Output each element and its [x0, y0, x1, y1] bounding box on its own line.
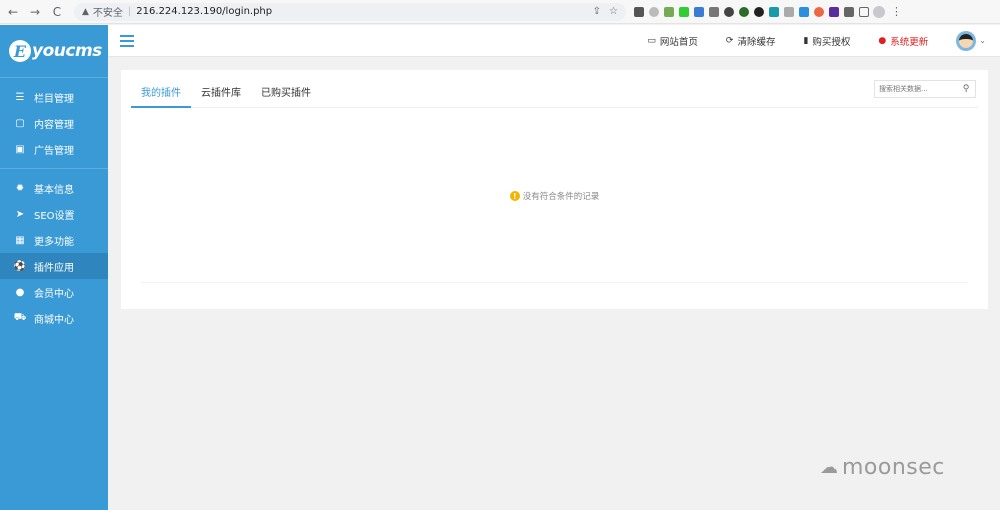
- buy-license-link[interactable]: ▮ 购买授权: [803, 34, 850, 48]
- extension-icon[interactable]: [829, 6, 839, 17]
- puzzle-icon[interactable]: [844, 6, 854, 17]
- info-icon: ●: [878, 35, 887, 46]
- extension-icon[interactable]: [739, 6, 749, 17]
- link-label: 购买授权: [812, 36, 851, 48]
- sidebar-item-label: 基本信息: [34, 184, 74, 196]
- sidebar-item-label: 会员中心: [34, 288, 74, 300]
- extension-icon[interactable]: [724, 6, 734, 17]
- extension-icon[interactable]: [694, 6, 704, 17]
- sidebar-item-shop[interactable]: ⛟ 商城中心: [0, 305, 108, 331]
- sidebar-item-plugins[interactable]: ⚽ 插件应用: [0, 253, 108, 279]
- extension-icon[interactable]: [709, 6, 719, 17]
- refresh-icon: ⟳: [725, 35, 734, 46]
- url-separator: |: [127, 6, 132, 17]
- warning-triangle-icon: ▲: [82, 6, 89, 17]
- extension-icon[interactable]: [664, 6, 674, 17]
- user-avatar[interactable]: [956, 30, 977, 51]
- empty-state: ! 没有符合条件的记录: [121, 190, 988, 202]
- system-update-link[interactable]: ● 系统更新: [878, 34, 928, 48]
- user-icon: ●: [15, 286, 25, 298]
- link-label: 网站首页: [659, 36, 698, 48]
- extension-icon[interactable]: [784, 6, 794, 17]
- warning-icon: !: [509, 191, 520, 201]
- empty-message: 没有符合条件的记录: [522, 192, 600, 202]
- extension-icon[interactable]: [799, 6, 809, 17]
- tab-my-plugins[interactable]: 我的插件: [131, 82, 191, 108]
- share-icon[interactable]: ⇪: [593, 6, 601, 17]
- document-icon: ▢: [15, 117, 25, 129]
- extension-icon[interactable]: [634, 6, 644, 17]
- sidebar-item-columns[interactable]: ☰ 栏目管理: [0, 84, 108, 110]
- browser-toolbar: ← → C ▲ 不安全 | 216.224.123.190/login.php …: [0, 0, 1000, 24]
- sidebar-item-label: 更多功能: [34, 236, 74, 248]
- sidebar-item-content[interactable]: ▢ 内容管理: [0, 110, 108, 136]
- divider: [141, 282, 968, 283]
- reload-button[interactable]: C: [48, 5, 66, 19]
- sidebar-item-label: 广告管理: [34, 145, 74, 157]
- insecure-label: 不安全: [92, 8, 123, 19]
- site-home-link[interactable]: ▭ 网站首页: [647, 34, 698, 48]
- link-label: 清除缓存: [737, 36, 776, 48]
- list-icon: ☰: [15, 91, 25, 103]
- sidebar-item-label: 插件应用: [34, 262, 74, 274]
- extension-icons: [634, 6, 869, 17]
- wechat-icon: ☁: [820, 457, 838, 478]
- sidebar-item-basic-info[interactable]: ✹ 基本信息: [0, 175, 108, 201]
- menu-group-content: ☰ 栏目管理 ▢ 内容管理 ▣ 广告管理: [0, 77, 108, 168]
- sidebar-item-ads[interactable]: ▣ 广告管理: [0, 136, 108, 162]
- url-text: 216.224.123.190/login.php: [136, 6, 273, 17]
- watermark-text: moonsec: [842, 455, 945, 480]
- image-icon: ▣: [15, 143, 25, 155]
- extension-icon[interactable]: [814, 6, 824, 17]
- logo-mark: E: [9, 40, 31, 62]
- logo[interactable]: E youcms: [0, 25, 108, 77]
- grid-icon: ▦: [15, 234, 25, 246]
- plugin-tabs: 我的插件 云插件库 已购买插件: [131, 82, 978, 108]
- bookmark-icon: ▮: [803, 35, 809, 46]
- hamburger-menu-icon[interactable]: [120, 34, 134, 47]
- chevron-down-icon[interactable]: ⌄: [979, 36, 986, 45]
- sidebar-item-seo[interactable]: ➤ SEO设置: [0, 201, 108, 227]
- back-button[interactable]: ←: [4, 5, 22, 19]
- menu-group-system: ✹ 基本信息 ➤ SEO设置 ▦ 更多功能 ⚽ 插件应用 ● 会员中心 ⛟ 商城…: [0, 168, 108, 337]
- sidebar-toggle-icon[interactable]: [859, 6, 869, 17]
- address-bar[interactable]: ▲ 不安全 | 216.224.123.190/login.php ⇪ ☆: [74, 2, 626, 21]
- sidebar: E youcms ☰ 栏目管理 ▢ 内容管理 ▣ 广告管理 ✹ 基本信息 ➤ S…: [0, 25, 108, 510]
- extension-icon[interactable]: [769, 6, 779, 17]
- tab-cloud-plugins[interactable]: 云插件库: [191, 82, 251, 108]
- extension-icon[interactable]: [649, 6, 659, 17]
- clear-cache-link[interactable]: ⟳ 清除缓存: [726, 34, 776, 48]
- tab-purchased-plugins[interactable]: 已购买插件: [251, 82, 321, 108]
- search-icon[interactable]: ⚲: [957, 84, 975, 94]
- link-label: 系统更新: [890, 36, 929, 48]
- sidebar-item-label: SEO设置: [34, 210, 75, 222]
- watermark: ☁ moonsec: [820, 455, 945, 480]
- sidebar-item-label: 内容管理: [34, 119, 74, 131]
- monitor-icon: ▭: [647, 35, 656, 46]
- sidebar-item-label: 商城中心: [34, 314, 74, 326]
- logo-text: youcms: [32, 41, 102, 61]
- search-box: ⚲: [874, 80, 976, 98]
- gear-icon: ✹: [15, 182, 25, 194]
- plugin-panel: 我的插件 云插件库 已购买插件 ⚲ ! 没有符合条件的记录: [121, 70, 988, 309]
- top-header: ▭ 网站首页 ⟳ 清除缓存 ▮ 购买授权 ● 系统更新 ⌄: [108, 25, 1000, 57]
- extension-icon[interactable]: [754, 6, 764, 17]
- more-menu-icon[interactable]: ⋮: [891, 5, 902, 18]
- sidebar-item-more-features[interactable]: ▦ 更多功能: [0, 227, 108, 253]
- star-icon[interactable]: ☆: [609, 6, 618, 17]
- profile-avatar[interactable]: [873, 5, 885, 18]
- header-links: ▭ 网站首页 ⟳ 清除缓存 ▮ 购买授权 ● 系统更新 ⌄: [647, 30, 1000, 51]
- send-icon: ➤: [15, 208, 25, 220]
- search-input[interactable]: [875, 81, 957, 97]
- sidebar-item-label: 栏目管理: [34, 93, 74, 105]
- forward-button[interactable]: →: [26, 5, 44, 19]
- plugin-icon: ⚽: [13, 260, 27, 272]
- sidebar-item-members[interactable]: ● 会员中心: [0, 279, 108, 305]
- cart-icon: ⛟: [13, 311, 27, 323]
- extension-icon[interactable]: [679, 6, 689, 17]
